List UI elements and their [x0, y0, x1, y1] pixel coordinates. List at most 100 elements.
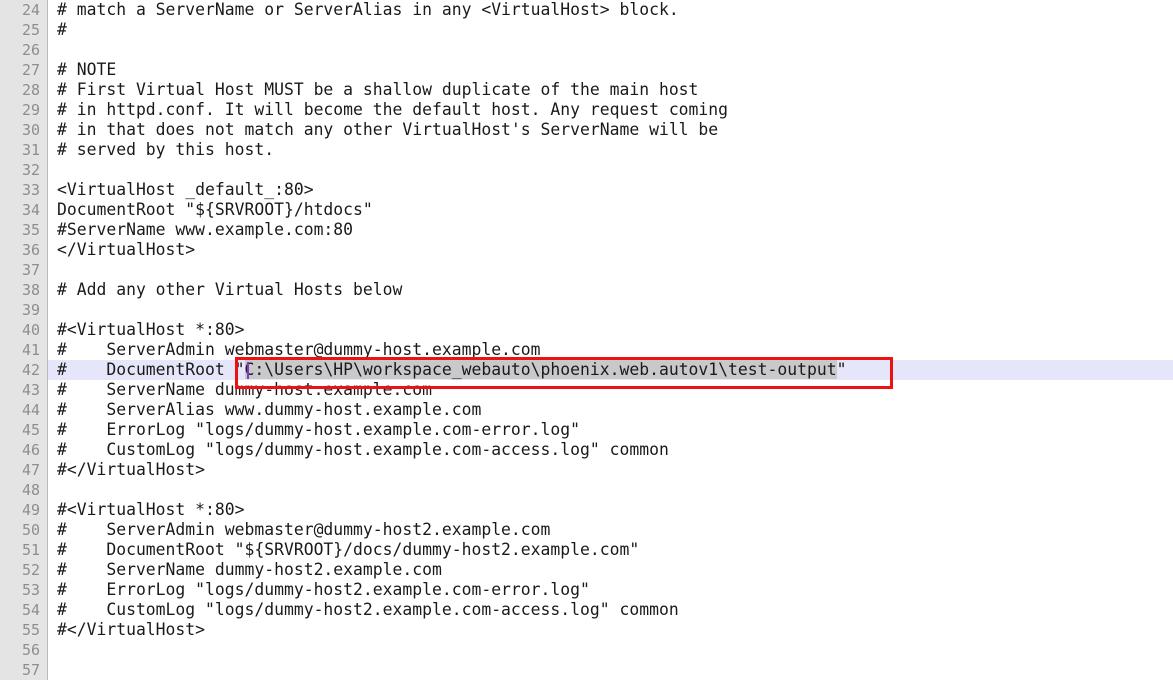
code-line[interactable]: # DocumentRoot "C:\Users\HP\workspace_we… [0, 360, 1173, 380]
code-line-text: # ServerAdmin webmaster@dummy-host.examp… [57, 340, 541, 359]
line-number: 49 [21, 501, 40, 519]
code-line[interactable]: # in that does not match any other Virtu… [0, 120, 1173, 140]
code-line-text: # ServerName dummy-host.example.com [57, 380, 432, 399]
selected-path-text[interactable]: C:\Users\HP\workspace_webauto\phoenix.we… [244, 360, 837, 379]
line-number: 47 [21, 461, 40, 479]
line-number: 50 [21, 521, 40, 539]
code-line-text: DocumentRoot "${SRVROOT}/htdocs" [57, 200, 373, 219]
code-line-text: # in that does not match any other Virtu… [57, 120, 719, 139]
line-number: 24 [21, 1, 40, 19]
code-line[interactable]: #<VirtualHost *:80> [0, 500, 1173, 520]
code-line-text: #</VirtualHost> [57, 620, 206, 639]
line-number: 54 [21, 601, 40, 619]
code-line[interactable]: # ErrorLog "logs/dummy-host2.example.com… [0, 580, 1173, 600]
line-number: 53 [21, 581, 40, 599]
code-line[interactable] [0, 480, 1173, 500]
code-line[interactable]: # ServerAdmin webmaster@dummy-host.examp… [0, 340, 1173, 360]
code-line-text: # ServerAlias www.dummy-host.example.com [57, 400, 482, 419]
code-line-text: # ErrorLog "logs/dummy-host.example.com-… [57, 420, 581, 439]
code-line-text: # ServerName dummy-host2.example.com [57, 560, 442, 579]
code-line[interactable]: DocumentRoot "${SRVROOT}/htdocs" [0, 200, 1173, 220]
code-line[interactable]: # Add any other Virtual Hosts below [0, 280, 1173, 300]
line-number: 39 [21, 301, 40, 319]
code-line[interactable]: #</VirtualHost> [0, 620, 1173, 640]
code-line[interactable]: # ServerName dummy-host2.example.com [0, 560, 1173, 580]
code-line-text: # First Virtual Host MUST be a shallow d… [57, 80, 699, 99]
code-line[interactable]: # NOTE [0, 60, 1173, 80]
code-line[interactable]: #<VirtualHost *:80> [0, 320, 1173, 340]
code-line[interactable]: # ServerAdmin webmaster@dummy-host2.exam… [0, 520, 1173, 540]
code-line-text: # served by this host. [57, 140, 275, 159]
code-line-text: # match a ServerName or ServerAlias in a… [57, 0, 679, 19]
code-line[interactable]: #ServerName www.example.com:80 [0, 220, 1173, 240]
code-line[interactable] [0, 160, 1173, 180]
code-line[interactable] [0, 40, 1173, 60]
code-line-text: # NOTE [57, 60, 117, 79]
code-line-text: # [57, 20, 67, 39]
code-line[interactable] [0, 300, 1173, 320]
code-line[interactable]: # [0, 20, 1173, 40]
line-number: 26 [21, 41, 40, 59]
code-line-text: # Add any other Virtual Hosts below [57, 280, 403, 299]
code-line[interactable]: <VirtualHost _default_:80> [0, 180, 1173, 200]
code-line[interactable]: # match a ServerName or ServerAlias in a… [0, 0, 1173, 20]
code-line[interactable]: # ServerName dummy-host.example.com [0, 380, 1173, 400]
line-number: 46 [21, 441, 40, 459]
code-line-text: #ServerName www.example.com:80 [57, 220, 354, 239]
line-number: 34 [21, 201, 40, 219]
line-number: 28 [21, 81, 40, 99]
code-suffix: " [836, 360, 847, 379]
code-line[interactable] [0, 260, 1173, 280]
code-line[interactable]: #</VirtualHost> [0, 460, 1173, 480]
line-number: 44 [21, 401, 40, 419]
code-prefix: # DocumentRoot " [57, 360, 245, 379]
code-line[interactable] [0, 660, 1173, 680]
line-number: 42 [21, 361, 40, 379]
line-number: 40 [21, 321, 40, 339]
code-text-area[interactable]: # match a ServerName or ServerAlias in a… [0, 0, 1173, 680]
code-line[interactable] [0, 640, 1173, 660]
line-number-gutter: 24 25 26 27 28 29 30 31 32 33 34 35 36 37 38 39 40 41 42 43… [0, 0, 48, 680]
line-number: 37 [21, 261, 40, 279]
text-caret [247, 362, 249, 379]
code-line-text: #<VirtualHost *:80> [57, 320, 245, 339]
code-line[interactable]: # CustomLog "logs/dummy-host2.example.co… [0, 600, 1173, 620]
code-line[interactable]: # ServerAlias www.dummy-host.example.com [0, 400, 1173, 420]
line-number: 45 [21, 421, 40, 439]
line-number: 48 [21, 481, 40, 499]
code-line[interactable]: # ErrorLog "logs/dummy-host.example.com-… [0, 420, 1173, 440]
line-number: 35 [21, 221, 40, 239]
code-line[interactable]: # First Virtual Host MUST be a shallow d… [0, 80, 1173, 100]
line-number: 38 [21, 281, 40, 299]
code-line-text: # in httpd.conf. It will become the defa… [57, 100, 729, 119]
code-line-text: # ErrorLog "logs/dummy-host2.example.com… [57, 580, 590, 599]
line-number: 27 [21, 61, 40, 79]
line-number: 56 [21, 641, 40, 659]
line-number: 52 [21, 561, 40, 579]
line-number: 32 [21, 161, 40, 179]
code-line[interactable]: # CustomLog "logs/dummy-host.example.com… [0, 440, 1173, 460]
code-line-text: #</VirtualHost> [57, 460, 206, 479]
code-line-text: # DocumentRoot "${SRVROOT}/docs/dummy-ho… [57, 540, 640, 559]
line-number: 41 [21, 341, 40, 359]
code-editor[interactable]: 24 25 26 27 28 29 30 31 32 33 34 35 36 37 38 39 40 41 42 43… [0, 0, 1173, 680]
line-number: 31 [21, 141, 40, 159]
line-number: 36 [21, 241, 40, 259]
code-line-text: <VirtualHost _default_:80> [57, 180, 314, 199]
code-line[interactable]: # in httpd.conf. It will become the defa… [0, 100, 1173, 120]
code-line[interactable]: # served by this host. [0, 140, 1173, 160]
line-number: 51 [21, 541, 40, 559]
line-number: 33 [21, 181, 40, 199]
line-number: 57 [21, 661, 40, 679]
code-line-text: # CustomLog "logs/dummy-host.example.com… [57, 440, 669, 459]
line-number: 30 [21, 121, 40, 139]
code-line[interactable]: # DocumentRoot "${SRVROOT}/docs/dummy-ho… [0, 540, 1173, 560]
code-line-text: # DocumentRoot "C:\Users\HP\workspace_we… [57, 360, 846, 380]
line-number: 29 [21, 101, 40, 119]
code-line[interactable]: </VirtualHost> [0, 240, 1173, 260]
line-number: 25 [21, 21, 40, 39]
code-line-text: #<VirtualHost *:80> [57, 500, 245, 519]
code-line-text: # CustomLog "logs/dummy-host2.example.co… [57, 600, 679, 619]
code-line-text: </VirtualHost> [57, 240, 196, 259]
code-line-text: # ServerAdmin webmaster@dummy-host2.exam… [57, 520, 551, 539]
